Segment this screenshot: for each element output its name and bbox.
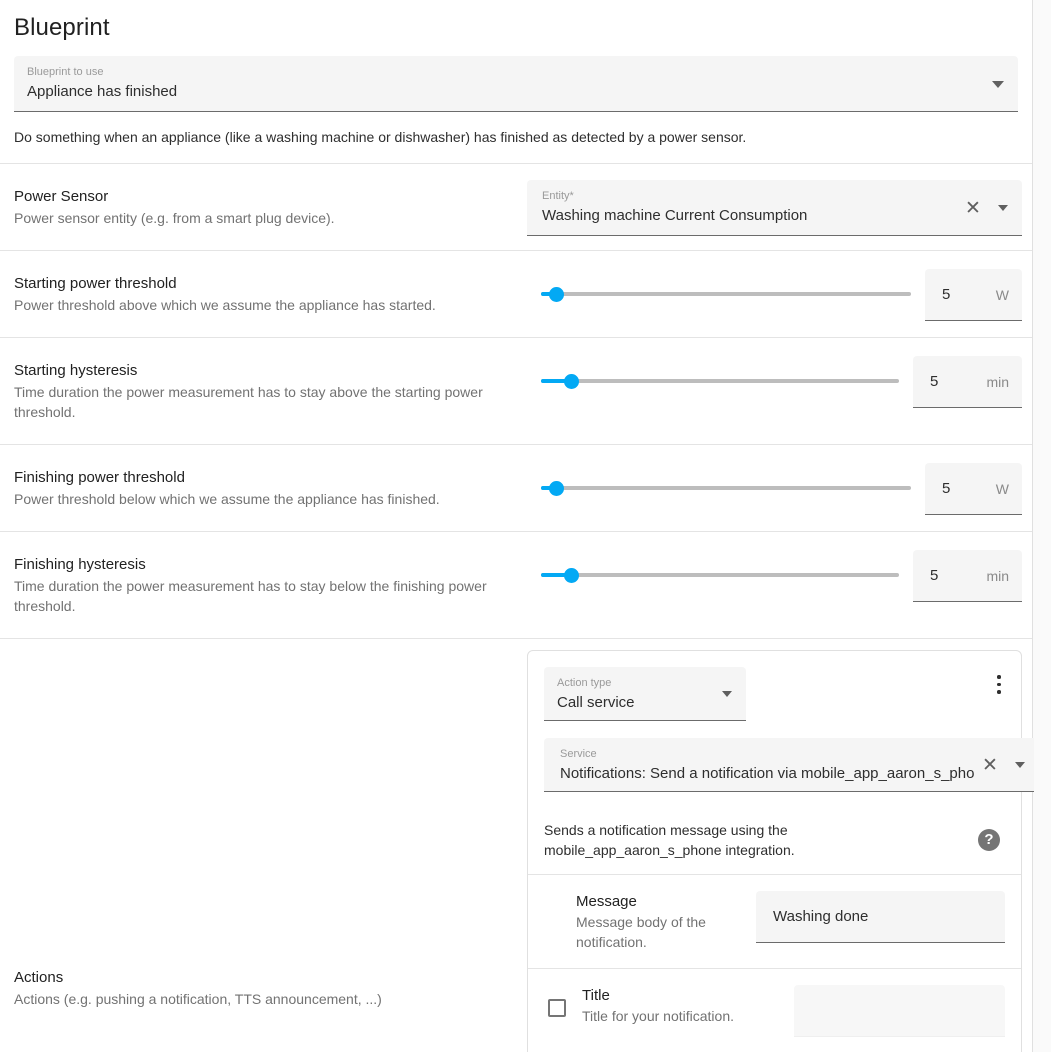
main-content-card: Blueprint Blueprint to use Appliance has… xyxy=(0,0,1039,1052)
slider-container xyxy=(541,445,911,531)
value-number: 5 xyxy=(930,373,939,390)
header-block: Blueprint Blueprint to use Appliance has… xyxy=(0,0,1032,163)
action-type-select[interactable]: Action type Call service xyxy=(544,667,746,721)
actions-name: Actions xyxy=(14,969,64,986)
title-input[interactable] xyxy=(794,985,1005,1037)
setting-row-starting-hysteresis: Starting hysteresis Time duration the po… xyxy=(0,337,1032,444)
blueprint-to-use-select[interactable]: Blueprint to use Appliance has finished xyxy=(14,56,1018,112)
setting-name: Starting power threshold xyxy=(14,275,177,292)
setting-name: Starting hysteresis xyxy=(14,362,138,379)
action-card: Action type Call service Service Notific… xyxy=(527,650,1039,1052)
slider-container xyxy=(541,338,899,424)
value-input-box[interactable]: 5 min xyxy=(913,356,1022,408)
chevron-down-icon[interactable] xyxy=(998,204,1008,211)
slider-thumb[interactable] xyxy=(563,373,579,389)
value-number: 5 xyxy=(942,286,951,303)
threshold-slider[interactable] xyxy=(541,286,911,302)
actions-description: Actions (e.g. pushing a notification, TT… xyxy=(14,991,382,1007)
service-field-row-message: Message Message body of the notification… xyxy=(528,874,1021,968)
service-field-label-group: Title Title for your notification. xyxy=(582,985,794,1026)
setting-row-finishing-power-threshold: Finishing power threshold Power threshol… xyxy=(0,444,1032,531)
actions-control-area: Action type Call service Service Notific… xyxy=(527,639,1039,1052)
threshold-slider[interactable] xyxy=(541,480,911,496)
setting-name: Finishing power threshold xyxy=(14,469,185,486)
action-card-header: Action type Call service Service Notific… xyxy=(528,651,1039,806)
slider-container xyxy=(541,251,911,337)
setting-row-label-group: Starting hysteresis Time duration the po… xyxy=(0,338,527,444)
setting-row-actions: Actions Actions (e.g. pushing a notifica… xyxy=(0,638,1039,1052)
title-field-checkbox[interactable] xyxy=(548,999,566,1017)
clear-x-icon[interactable]: ✕ xyxy=(964,198,982,217)
setting-row-power-sensor: Power Sensor Power sensor entity (e.g. f… xyxy=(0,163,1032,250)
service-field-description: Title for your notification. xyxy=(582,1008,734,1024)
message-input[interactable]: Washing done xyxy=(756,891,1005,943)
setting-row-control: 5 W xyxy=(527,445,1032,531)
service-field-label: Service xyxy=(560,748,597,760)
service-picker[interactable]: Service Notifications: Send a notificati… xyxy=(544,738,1039,792)
value-number: 5 xyxy=(942,480,951,497)
blueprint-description: Do something when an appliance (like a w… xyxy=(14,129,747,145)
service-description: Sends a notification message using the m… xyxy=(544,822,795,858)
service-field-name: Title xyxy=(582,987,610,1004)
setting-row-control: 5 min xyxy=(527,532,1032,618)
setting-row-label-group: Power Sensor Power sensor entity (e.g. f… xyxy=(0,164,527,250)
value-unit: min xyxy=(986,373,1009,390)
action-type-label: Action type xyxy=(557,677,612,689)
value-unit: W xyxy=(995,286,1009,303)
hysteresis-slider[interactable] xyxy=(541,373,899,389)
setting-description: Time duration the power measurement has … xyxy=(14,578,487,614)
setting-name: Power Sensor xyxy=(14,188,109,205)
setting-description: Power threshold above which we assume th… xyxy=(14,297,436,313)
setting-row-starting-power-threshold: Starting power threshold Power threshold… xyxy=(0,250,1032,337)
entity-field-value: Washing machine Current Consumption xyxy=(542,207,808,224)
blueprint-select-label: Blueprint to use xyxy=(27,66,104,78)
chevron-down-icon xyxy=(992,80,1004,88)
slider-thumb[interactable] xyxy=(548,480,564,496)
entity-field-label: Entity* xyxy=(542,190,574,202)
slider-thumb[interactable] xyxy=(563,567,579,583)
setting-row-label-group: Finishing power threshold Power threshol… xyxy=(0,445,527,531)
service-field-description: Message body of the notification. xyxy=(576,914,706,950)
value-number: 5 xyxy=(930,567,939,584)
setting-row-label-group: Starting power threshold Power threshold… xyxy=(0,251,527,337)
actions-label-positioner: Actions Actions (e.g. pushing a notifica… xyxy=(14,967,382,1009)
service-field-row-title: Title Title for your notification. xyxy=(528,968,1021,1052)
setting-row-label-group: Finishing hysteresis Time duration the p… xyxy=(0,532,527,638)
service-description-row: Sends a notification message using the m… xyxy=(528,806,1021,874)
value-input-box[interactable]: 5 min xyxy=(913,550,1022,602)
setting-row-finishing-hysteresis: Finishing hysteresis Time duration the p… xyxy=(0,531,1032,638)
service-field-value: Notifications: Send a notification via m… xyxy=(560,765,975,782)
blueprint-select-value: Appliance has finished xyxy=(27,83,178,100)
value-input-box[interactable]: 5 W xyxy=(925,463,1022,515)
chevron-down-icon[interactable] xyxy=(722,690,732,697)
value-unit: min xyxy=(986,567,1009,584)
setting-row-control: 5 W xyxy=(527,251,1032,337)
service-field-label-group: Message Message body of the notification… xyxy=(544,891,756,952)
action-type-value: Call service xyxy=(557,694,635,711)
setting-description: Power threshold below which we assume th… xyxy=(14,491,440,507)
setting-description: Time duration the power measurement has … xyxy=(14,384,483,420)
actions-label-group: Actions Actions (e.g. pushing a notifica… xyxy=(0,639,527,1052)
slider-thumb[interactable] xyxy=(548,286,564,302)
setting-row-control: 5 min xyxy=(527,338,1032,424)
entity-picker[interactable]: Entity* Washing machine Current Consumpt… xyxy=(527,180,1022,236)
hysteresis-slider[interactable] xyxy=(541,567,899,583)
value-unit: W xyxy=(995,480,1009,497)
setting-row-control: Entity* Washing machine Current Consumpt… xyxy=(527,164,1032,250)
blueprint-automation-page: Blueprint Blueprint to use Appliance has… xyxy=(0,0,1051,1052)
chevron-down-icon[interactable] xyxy=(1015,761,1025,768)
page-right-gutter xyxy=(1034,0,1051,1052)
help-circle-icon[interactable]: ? xyxy=(978,829,1000,851)
more-vertical-icon[interactable] xyxy=(997,675,1001,698)
clear-x-icon[interactable]: ✕ xyxy=(981,755,999,774)
value-input-box[interactable]: 5 W xyxy=(925,269,1022,321)
service-field-name: Message xyxy=(576,893,637,910)
setting-description: Power sensor entity (e.g. from a smart p… xyxy=(14,210,335,226)
blueprint-select-wrapper: Blueprint to use Appliance has finished xyxy=(0,56,1032,112)
setting-name: Finishing hysteresis xyxy=(14,556,146,573)
page-title: Blueprint xyxy=(14,14,110,41)
slider-container xyxy=(541,532,899,618)
